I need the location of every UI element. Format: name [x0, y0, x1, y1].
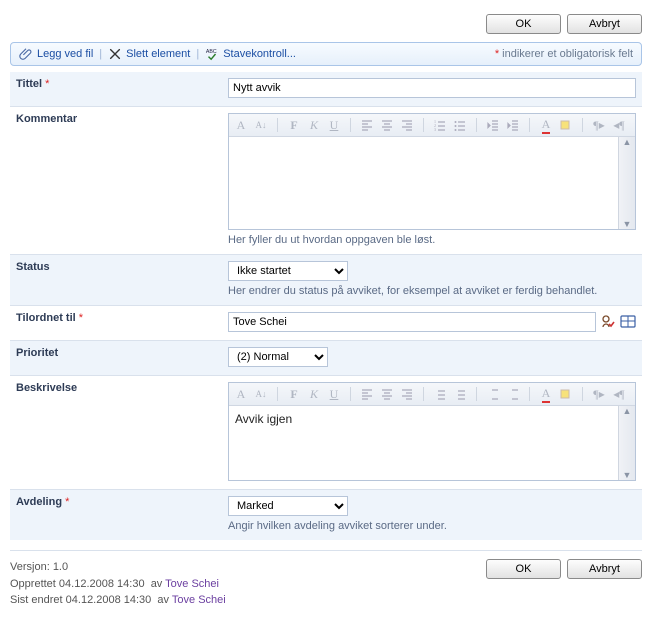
priority-select[interactable]: (2) Normal	[228, 347, 328, 367]
required-marker: *	[45, 78, 49, 90]
rtl-icon[interactable]: ◂¶	[611, 386, 627, 402]
field-label-assigned: Tilordnet til *	[10, 306, 222, 341]
align-left-icon[interactable]	[359, 117, 375, 133]
scrollbar[interactable]: ▲▼	[618, 406, 635, 480]
check-name-icon[interactable]	[600, 314, 616, 330]
fontsize-icon[interactable]: A↓	[253, 386, 269, 402]
scrollbar[interactable]: ▲▼	[618, 137, 635, 229]
comment-body[interactable]: ▲▼	[229, 137, 635, 229]
separator: |	[99, 48, 102, 60]
field-label-comment: Kommentar	[10, 107, 222, 255]
modified-by-link[interactable]: Tove Schei	[172, 594, 226, 606]
list-ol-icon[interactable]	[432, 386, 448, 402]
list-ul-icon[interactable]	[452, 117, 468, 133]
ltr-icon[interactable]: ¶▸	[591, 117, 607, 133]
scroll-up-icon[interactable]: ▲	[623, 137, 632, 147]
attach-file-link[interactable]: Legg ved fil	[19, 47, 93, 61]
spellcheck-icon: ABC	[205, 47, 219, 61]
align-right-icon[interactable]	[399, 117, 415, 133]
align-center-icon[interactable]	[379, 117, 395, 133]
ok-button[interactable]: OK	[486, 14, 561, 34]
delete-icon	[108, 47, 122, 61]
svg-text:3: 3	[434, 127, 436, 132]
outdent-icon[interactable]	[485, 117, 501, 133]
highlight-icon[interactable]	[558, 117, 574, 133]
delete-label: Slett element	[126, 48, 190, 60]
comment-help: Her fyller du ut hvordan oppgaven ble lø…	[228, 234, 636, 246]
field-label-department: Avdeling *	[10, 490, 222, 541]
form-table: Tittel * Kommentar A A↓ F	[10, 72, 642, 540]
status-select[interactable]: Ikke startet	[228, 261, 348, 281]
textcolor-icon[interactable]: A	[538, 386, 554, 402]
underline-icon[interactable]: U	[326, 386, 342, 402]
list-ol-icon[interactable]: 123	[432, 117, 448, 133]
department-select[interactable]: Marked	[228, 496, 348, 516]
action-toolbar: Legg ved fil | Slett element | ABC Stave…	[10, 42, 642, 66]
italic-icon[interactable]: K	[306, 386, 322, 402]
status-help: Her endrer du status på avviket, for eks…	[228, 285, 636, 297]
rt-toolbar: A A↓ F K U	[229, 383, 635, 406]
required-note: * indikerer et obligatorisk felt	[495, 48, 633, 60]
description-body[interactable]: Avvik igjen ▲▼	[229, 406, 635, 480]
meta-info: Versjon: 1.0 Opprettet 04.12.2008 14:30 …	[10, 559, 226, 609]
field-label-priority: Prioritet	[10, 341, 222, 376]
ok-button[interactable]: OK	[486, 559, 561, 579]
ltr-icon[interactable]: ¶▸	[591, 386, 607, 402]
department-help: Angir hvilken avdeling avviket sorterer …	[228, 520, 636, 532]
spellcheck-link[interactable]: ABC Stavekontroll...	[205, 47, 296, 61]
align-left-icon[interactable]	[359, 386, 375, 402]
field-label-title: Tittel *	[10, 72, 222, 107]
fontsize-icon[interactable]: A↓	[253, 117, 269, 133]
outdent-icon[interactable]	[485, 386, 501, 402]
rt-toolbar: A A↓ F K U	[229, 114, 635, 137]
asterisk-icon: *	[495, 48, 499, 60]
bold-icon[interactable]: F	[286, 117, 302, 133]
spellcheck-label: Stavekontroll...	[223, 48, 296, 60]
font-icon[interactable]: A	[233, 117, 249, 133]
font-icon[interactable]: A	[233, 386, 249, 402]
list-ul-icon[interactable]	[452, 386, 468, 402]
separator: |	[196, 48, 199, 60]
footer: Versjon: 1.0 Opprettet 04.12.2008 14:30 …	[10, 550, 642, 609]
field-label-description: Beskrivelse	[10, 376, 222, 490]
scroll-up-icon[interactable]: ▲	[623, 406, 632, 416]
align-right-icon[interactable]	[399, 386, 415, 402]
indent-icon[interactable]	[505, 117, 521, 133]
browse-directory-icon[interactable]	[620, 314, 636, 330]
comment-editor[interactable]: A A↓ F K U	[228, 113, 636, 230]
bold-icon[interactable]: F	[286, 386, 302, 402]
underline-icon[interactable]: U	[326, 117, 342, 133]
created-by-link[interactable]: Tove Schei	[165, 578, 219, 590]
textcolor-icon[interactable]: A	[538, 117, 554, 133]
rtl-icon[interactable]: ◂¶	[611, 117, 627, 133]
field-label-status: Status	[10, 255, 222, 306]
bottom-button-row: OK Avbryt	[486, 559, 642, 579]
assigned-input[interactable]	[228, 312, 596, 332]
description-editor[interactable]: A A↓ F K U	[228, 382, 636, 481]
highlight-icon[interactable]	[558, 386, 574, 402]
italic-icon[interactable]: K	[306, 117, 322, 133]
cancel-button[interactable]: Avbryt	[567, 559, 642, 579]
scroll-down-icon[interactable]: ▼	[623, 470, 632, 480]
delete-element-link[interactable]: Slett element	[108, 47, 190, 61]
form-dialog: OK Avbryt Legg ved fil | Slett element |…	[0, 0, 652, 619]
cancel-button[interactable]: Avbryt	[567, 14, 642, 34]
required-marker: *	[65, 496, 69, 508]
top-button-row: OK Avbryt	[10, 10, 642, 42]
paperclip-icon	[19, 47, 33, 61]
required-marker: *	[79, 312, 83, 324]
scroll-down-icon[interactable]: ▼	[623, 219, 632, 229]
title-input[interactable]	[228, 78, 636, 98]
indent-icon[interactable]	[505, 386, 521, 402]
attach-label: Legg ved fil	[37, 48, 93, 60]
align-center-icon[interactable]	[379, 386, 395, 402]
